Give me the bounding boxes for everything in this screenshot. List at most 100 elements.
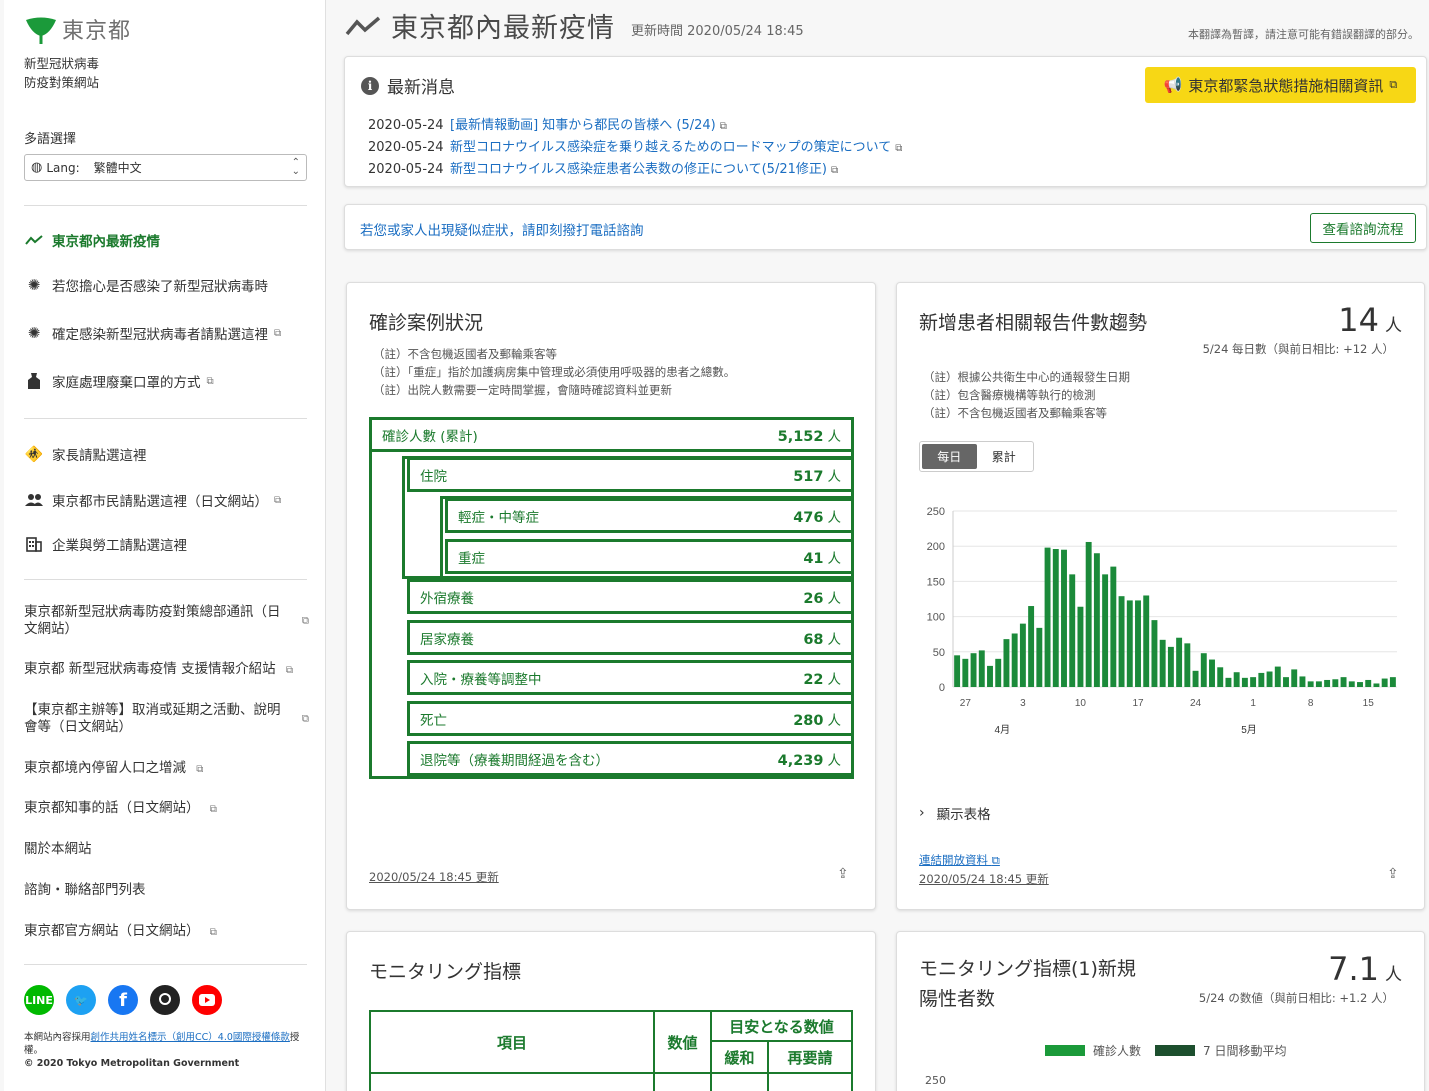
x-tick-label: 27 — [960, 698, 972, 709]
link-label: 東京都境內停留人口之增減 — [24, 760, 186, 776]
nav-item-confirmed-infected[interactable]: ✺ 確定感染新型冠狀病毒者請點選這裡 ⧉ — [24, 323, 314, 343]
facebook-icon[interactable]: f — [108, 985, 138, 1015]
chart-bar — [1118, 596, 1125, 687]
x-tick-label: 3 — [1020, 698, 1026, 709]
x-tick-label: 15 — [1363, 698, 1375, 709]
link-support-info[interactable]: 東京都 新型冠狀病毒疫情 支援情報介紹站 ⧉ — [24, 661, 309, 679]
language-select[interactable]: ◍ Lang: 繁體中文 ⌃ ⌄ — [24, 154, 307, 181]
updated-link[interactable]: 2020/05/24 18:45 更新 — [919, 871, 1049, 887]
legend-swatch-confirmed — [1045, 1045, 1085, 1056]
updated-link[interactable]: 2020/05/24 18:45 更新 — [369, 869, 499, 885]
nav-item-citizens[interactable]: 東京都市民請點選這裡（日文網站） ⧉ — [24, 490, 314, 510]
row-label: 退院等（療養期間経過を含む） — [420, 752, 609, 769]
news-link[interactable]: [最新情報動画] 知事から都民の皆様へ (5/24) ⧉ — [450, 115, 727, 137]
license-text: 本網站內容採用創作共用姓名標示（創用CC）4.0國際授權條款授權。 — [24, 1031, 309, 1057]
building-icon — [24, 534, 44, 554]
consult-flow-button[interactable]: 查看諮詢流程 — [1310, 213, 1416, 243]
news-title: i 最新消息 — [361, 73, 455, 98]
share-icon[interactable]: ⇪ — [837, 866, 849, 882]
translation-note: 本翻譯為暫譯，請注意可能有錯誤翻譯的部分。 — [1188, 28, 1419, 41]
chart-bar — [1225, 677, 1232, 687]
reports-trend-card: 新增患者相關報告件數趨勢 14 人 5/24 每日數（與前日相比: +12 人） … — [896, 282, 1425, 910]
news-list: 2020-05-24 [最新情報動画] 知事から都民の皆様へ (5/24) ⧉ 2… — [368, 115, 902, 181]
nav-item-worried-infected[interactable]: ✺ 若您擔心是否感染了新型冠狀病毒時 — [24, 275, 314, 295]
external-link-icon: ⧉ — [830, 165, 839, 176]
twitter-icon[interactable]: 🐦 — [66, 985, 96, 1015]
nav-item-parents[interactable]: 🚸 家長請點選這裡 — [24, 444, 314, 464]
license-link[interactable]: 創作共用姓名標示（創用CC）4.0國際授權條款 — [91, 1032, 290, 1043]
col-target-header: 目安となる数値 — [710, 1010, 853, 1042]
external-link-icon: ⧉ — [209, 927, 217, 938]
emergency-measures-button[interactable]: 📢 東京都緊急狀態措施相關資訊 ⧉ — [1145, 67, 1416, 103]
note: （註）不含包機返國者及郵輪乘客等 — [923, 406, 1107, 420]
chart-bar — [1019, 623, 1026, 687]
news-link[interactable]: 新型コロナウイルス感染症を乗り越えるためのロードマップの策定について ⧉ — [450, 137, 902, 159]
news-date: 2020-05-24 — [368, 162, 444, 177]
row-unit: 人 — [827, 712, 842, 729]
x-tick-label: 10 — [1075, 698, 1087, 709]
link-label: 東京都 新型冠狀病毒疫情 支援情報介紹站 — [24, 661, 276, 677]
toggle-cumulative[interactable]: 累計 — [977, 444, 1032, 469]
y-tick-label: 100 — [927, 612, 945, 624]
megaphone-icon: 📢 — [1163, 76, 1183, 94]
daily-reports-bar-chart: 0501001502002502731017241815224月5月 — [927, 506, 1397, 736]
headline-number: 7.1 — [1328, 950, 1379, 988]
link-official-site[interactable]: 東京都官方網站（日文網站） ⧉ — [24, 923, 309, 941]
chart-bar — [1315, 681, 1322, 687]
row-discharged: 退院等（療養期間経過を含む） 4,239 人 — [407, 741, 854, 776]
license-prefix: 本網站內容採用 — [24, 1032, 91, 1043]
chart-bar — [1389, 677, 1396, 687]
show-table-toggle[interactable]: › 顯示表格 — [919, 803, 991, 823]
line-icon[interactable]: LINE — [24, 985, 54, 1015]
headline-value: 14 人 — [1338, 301, 1402, 339]
news-item: 2020-05-24 [最新情報動画] 知事から都民の皆様へ (5/24) ⧉ — [368, 115, 902, 137]
share-icon[interactable]: ⇪ — [1387, 866, 1399, 882]
virus-icon: ✺ — [27, 324, 41, 342]
link-population-change[interactable]: 東京都境內停留人口之增減 ⧉ — [24, 760, 309, 778]
chart-bar — [1159, 639, 1166, 687]
link-governor-message[interactable]: 東京都知事的話（日文網站） ⧉ — [24, 800, 309, 818]
chart-bar — [995, 658, 1002, 687]
site-title-line2: 防疫對策網站 — [24, 75, 100, 90]
col-item-header: 項目 — [369, 1010, 655, 1074]
news-date: 2020-05-24 — [368, 118, 444, 133]
nav-item-latest-status[interactable]: 東京都內最新疫情 — [24, 230, 314, 250]
chart-bar — [1348, 681, 1355, 687]
open-data-link[interactable]: 連結開放資料 ⧉ — [919, 852, 1000, 868]
chart-bar — [1036, 627, 1043, 687]
chart-bar — [1151, 620, 1158, 687]
link-contacts[interactable]: 諮詢・聯絡部門列表 — [24, 882, 309, 899]
page-title: 東京都內最新疫情 — [391, 13, 615, 44]
youtube-icon[interactable] — [192, 985, 222, 1015]
nav-item-mask-disposal[interactable]: 家庭處理廢棄口罩的方式 ⧉ — [24, 371, 314, 391]
site-title-line1: 新型冠狀病毒 — [24, 56, 100, 71]
chevron-right-icon: › — [919, 805, 925, 821]
note: （註）包含醫療機構等執行的檢測 — [923, 388, 1096, 402]
headline-unit: 人 — [1385, 316, 1402, 336]
sidebar: 東京都 新型冠狀病毒 防疫對策網站 多語選擇 ◍ Lang: 繁體中文 ⌃ ⌄ 東… — [4, 0, 326, 1091]
chart-bar — [978, 650, 985, 687]
consult-link[interactable]: 若您或家人出現疑似症狀，請即刻撥打電話諮詢 — [360, 219, 644, 239]
link-about[interactable]: 關於本網站 — [24, 841, 309, 858]
nav-label: 東京都內最新疫情 — [52, 234, 160, 250]
row-value: 4,239 — [777, 752, 824, 769]
month-label: 4月 — [995, 724, 1011, 736]
chart-bar — [1307, 681, 1314, 687]
link-label: 諮詢・聯絡部門列表 — [24, 882, 146, 898]
toggle-daily[interactable]: 每日 — [922, 444, 977, 469]
chart-bar — [962, 658, 969, 687]
nav-item-business[interactable]: 企業與勞工請點選這裡 — [24, 534, 314, 554]
select-caret-icon: ⌃ ⌄ — [291, 157, 300, 177]
card-notes: （註）不含包機返國者及郵輪乘客等 （註）「重症」指於加護病房集中管理或必須使用呼… — [373, 345, 735, 399]
row-hotel: 外宿療養 26 人 — [407, 579, 854, 614]
link-cancelled-events[interactable]: 【東京都主辦等】取消或延期之活動、說明會等（日文網站） ⧉ — [24, 702, 309, 736]
github-icon[interactable] — [150, 985, 180, 1015]
row-label: 輕症・中等症 — [458, 509, 539, 526]
col-value-header: 数値 — [653, 1010, 712, 1074]
site-title: 新型冠狀病毒 防疫對策網站 — [24, 54, 99, 92]
news-link[interactable]: 新型コロナウイルス感染症患者公表数の修正について(5/21修正) ⧉ — [450, 159, 838, 181]
link-hq-newsletter[interactable]: 東京都新型冠狀病毒防疫對策總部通訊（日文網站） ⧉ — [24, 604, 309, 638]
tokyo-logo[interactable]: 東京都 — [24, 12, 131, 46]
row-value: 22 — [803, 671, 824, 688]
table-cell — [709, 1072, 770, 1091]
